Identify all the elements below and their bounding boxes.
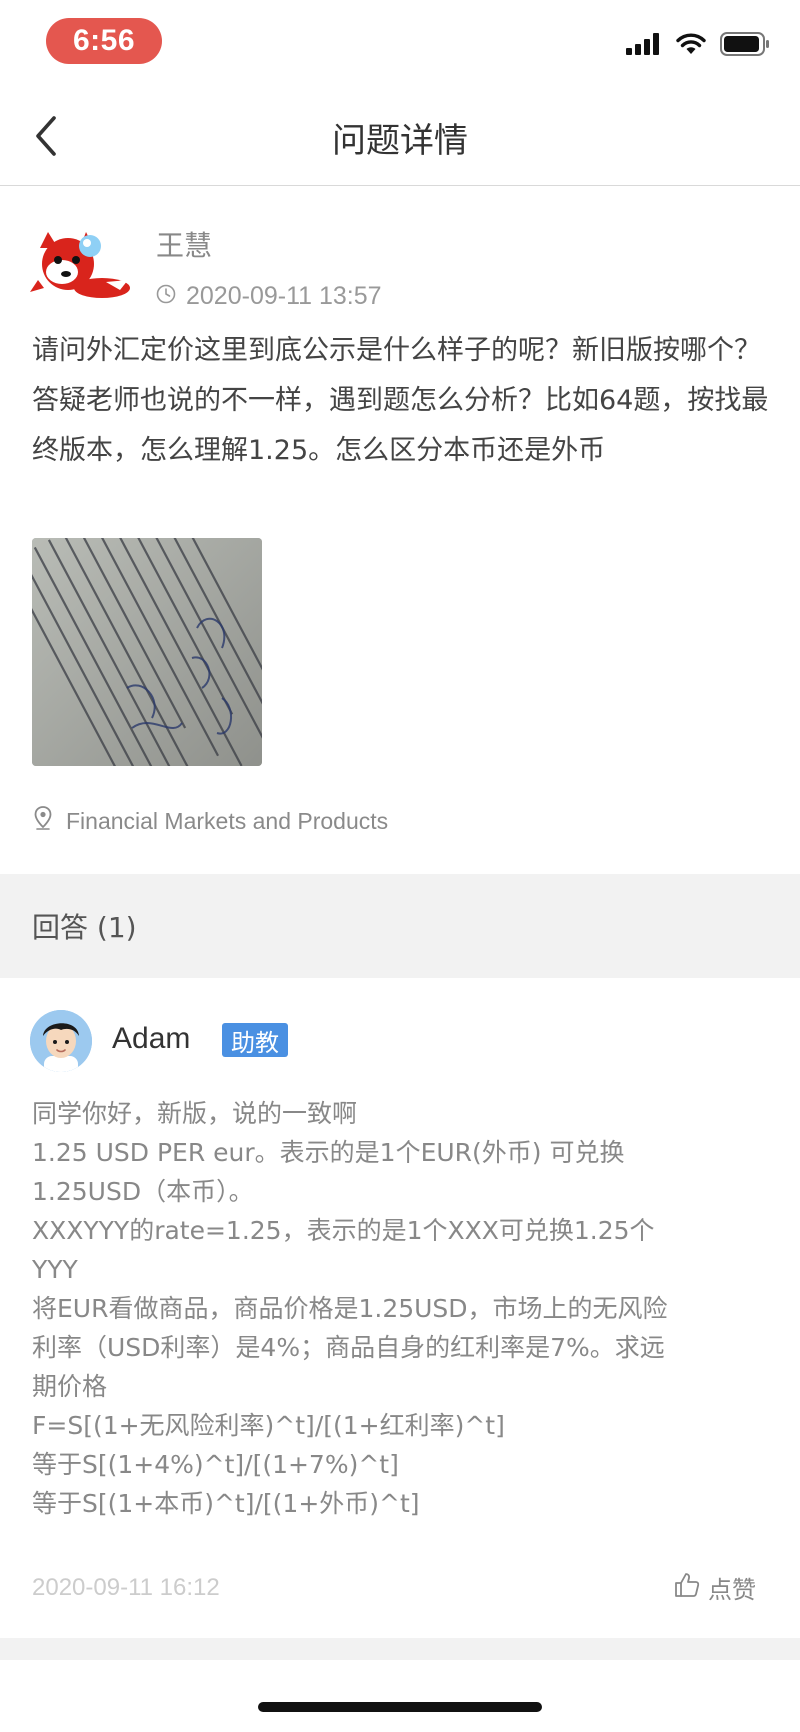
answer-line: 1.25USD（本币）。 xyxy=(32,1177,254,1206)
question-body: 请问外汇定价这里到底公示是什么样子的呢？新旧版按哪个？答疑老师也说的不一样，遇到… xyxy=(32,335,769,466)
signal-icon xyxy=(626,33,662,55)
answer-line: 利率（USD利率）是4%；商品自身的红利率是7%。求远 xyxy=(32,1333,665,1362)
like-button[interactable]: 点赞 xyxy=(674,1570,756,1605)
avatar[interactable] xyxy=(28,226,134,302)
answers-section-header: 回答 (1) xyxy=(0,874,800,978)
answer-author[interactable]: Adam xyxy=(112,1022,190,1056)
answer-line: 期价格 xyxy=(32,1372,108,1401)
answer-item: Adam 助教 同学你好，新版，说的一致啊 1.25 USD PER eur。表… xyxy=(0,978,800,1638)
status-bar: 6:56 xyxy=(0,0,800,88)
question-time-row: 2020-09-11 13:57 xyxy=(156,282,382,311)
question-author[interactable]: 王慧 xyxy=(156,224,212,264)
battery-icon xyxy=(720,32,770,56)
question-tag-label: Financial Markets and Products xyxy=(66,807,389,834)
question-image[interactable] xyxy=(32,538,262,766)
status-time: 6:56 xyxy=(46,18,162,64)
location-pin-icon xyxy=(34,806,52,836)
avatar[interactable] xyxy=(30,1010,92,1072)
nav-header: 问题详情 xyxy=(0,88,800,186)
answer-footer: 2020-09-11 16:12 点赞 xyxy=(32,1570,756,1605)
answer-line: 同学你好，新版，说的一致啊 xyxy=(32,1099,358,1128)
page-title: 问题详情 xyxy=(332,120,468,161)
answer-line: 1.25 USD PER eur。表示的是1个EUR(外币) 可兑换 xyxy=(32,1138,625,1167)
answer-line: F=S[(1+无风险利率)^t]/[(1+红利率)^t] xyxy=(32,1411,505,1440)
answer-line: 等于S[(1+4%)^t]/[(1+7%)^t] xyxy=(32,1450,399,1479)
answer-line: 将EUR看做商品，商品价格是1.25USD，市场上的无风险 xyxy=(32,1294,668,1323)
answer-timestamp: 2020-09-11 16:12 xyxy=(32,1573,220,1601)
status-icons xyxy=(626,32,770,56)
answer-line: YYY xyxy=(32,1255,78,1284)
teaching-assistant-badge: 助教 xyxy=(222,1023,288,1057)
question-timestamp: 2020-09-11 13:57 xyxy=(186,282,382,310)
bottom-divider xyxy=(0,1638,800,1660)
wifi-icon xyxy=(676,33,706,55)
answer-line: 等于S[(1+本币)^t]/[(1+外币)^t] xyxy=(32,1489,420,1518)
like-label: 点赞 xyxy=(708,1576,756,1604)
answer-body: 同学你好，新版，说的一致啊 1.25 USD PER eur。表示的是1个EUR… xyxy=(32,1094,782,1523)
answer-line: XXXYYY的rate=1.25，表示的是1个XXX可兑换1.25个 xyxy=(32,1216,655,1245)
question-tag[interactable]: Financial Markets and Products xyxy=(34,806,388,836)
home-indicator[interactable] xyxy=(258,1702,542,1712)
thumbs-up-icon xyxy=(674,1572,700,1604)
clock-icon xyxy=(156,282,176,311)
answers-count-title: 回答 (1) xyxy=(32,911,137,944)
